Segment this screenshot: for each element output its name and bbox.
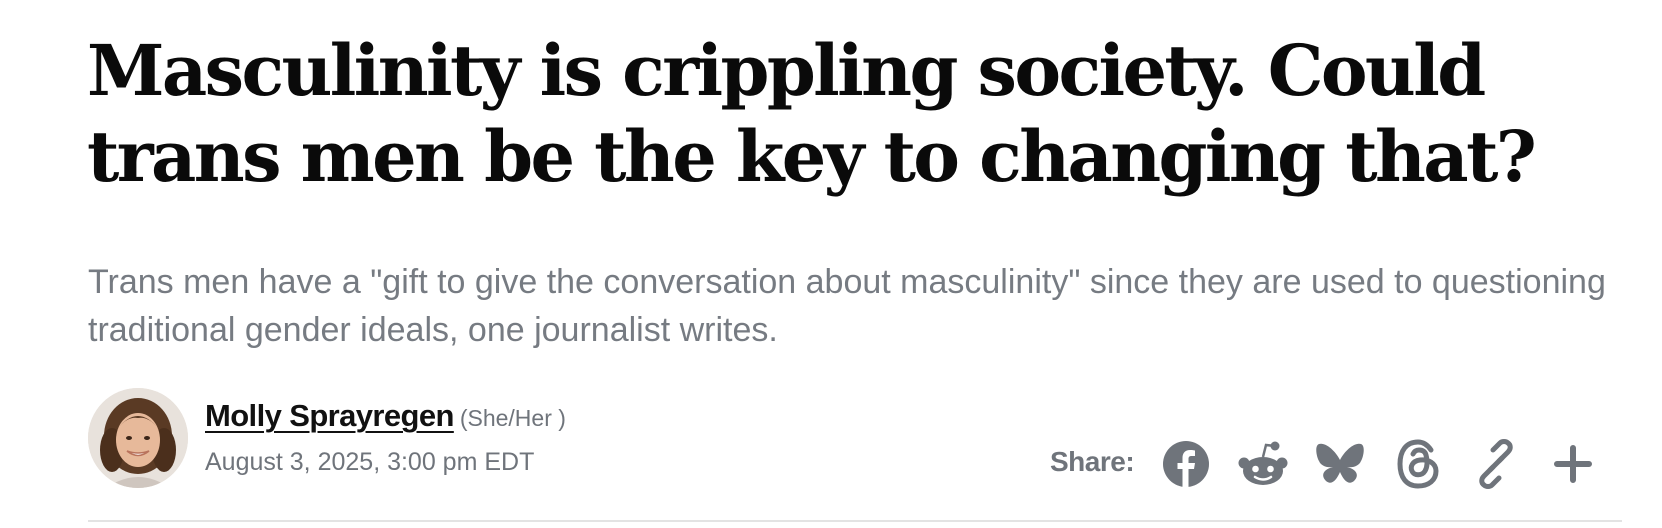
byline: Molly Sprayregen (She/Her ) — [205, 398, 566, 438]
author-pronouns: (She/Her ) — [459, 405, 566, 431]
share-more-button[interactable] — [1537, 428, 1609, 500]
threads-icon — [1397, 439, 1439, 489]
author-photo — [88, 388, 188, 488]
author-avatar[interactable] — [88, 388, 188, 488]
share-threads-button[interactable] — [1382, 428, 1454, 500]
publish-date: August 3, 2025, 3:00 pm EDT — [205, 448, 535, 476]
share-bluesky-button[interactable] — [1304, 428, 1376, 500]
author-name-link[interactable]: Molly Sprayregen — [205, 398, 454, 433]
article-headline: Masculinity is crippling society. Could … — [87, 29, 1537, 198]
plus-icon — [1554, 445, 1592, 483]
link-icon — [1479, 439, 1513, 489]
facebook-icon — [1163, 441, 1209, 487]
article-dek: Trans men have a "gift to give the conve… — [88, 263, 1606, 349]
share-reddit-button[interactable] — [1227, 428, 1299, 500]
bluesky-icon — [1316, 443, 1364, 483]
divider — [88, 520, 1622, 522]
share-facebook-button[interactable] — [1150, 428, 1222, 500]
reddit-icon — [1238, 441, 1288, 485]
share-label: Share: — [1050, 446, 1135, 477]
copy-link-button[interactable] — [1460, 428, 1532, 500]
